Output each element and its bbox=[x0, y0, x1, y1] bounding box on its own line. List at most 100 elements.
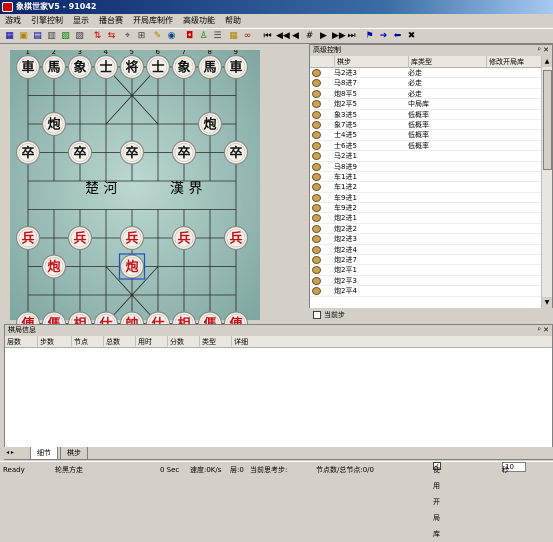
row-icon[interactable] bbox=[312, 120, 321, 129]
row-icon[interactable] bbox=[312, 100, 321, 109]
red-piece[interactable]: 炮 bbox=[119, 254, 145, 279]
red-piece[interactable]: 兵 bbox=[15, 225, 41, 251]
red-piece[interactable]: 兵 bbox=[223, 225, 249, 251]
black-piece[interactable]: 象 bbox=[171, 54, 197, 80]
row-icon[interactable] bbox=[312, 172, 321, 181]
opening-row[interactable]: 炮8平5 必走 bbox=[310, 89, 542, 100]
black-piece[interactable]: 卒 bbox=[223, 140, 249, 165]
menu-help[interactable]: 帮助 bbox=[220, 14, 246, 28]
row-icon[interactable] bbox=[312, 110, 321, 119]
row-icon[interactable] bbox=[312, 131, 321, 140]
opening-row[interactable]: 士4进5 低概率 bbox=[310, 130, 542, 141]
row-icon[interactable] bbox=[312, 266, 321, 275]
opening-row[interactable]: 炮2平4 bbox=[310, 286, 542, 297]
tab-detail[interactable]: 细节 bbox=[30, 447, 58, 460]
opening-row[interactable]: 车9进1 bbox=[310, 193, 542, 204]
scroll-down-icon[interactable]: ▼ bbox=[542, 297, 552, 308]
flag-icon[interactable]: ⚑ bbox=[364, 31, 375, 42]
black-piece[interactable]: 卒 bbox=[119, 140, 145, 165]
pin-icon[interactable]: ᵖ ✕ bbox=[538, 325, 549, 336]
opening-row[interactable]: 车1进2 bbox=[310, 182, 542, 193]
next-icon[interactable]: ▶ bbox=[318, 31, 329, 42]
fwd5-icon[interactable]: ▶▶ bbox=[332, 31, 346, 42]
opening-row[interactable]: 车9进2 bbox=[310, 203, 542, 214]
row-icon[interactable] bbox=[312, 152, 321, 161]
scroll-thumb[interactable] bbox=[543, 70, 552, 170]
opening-row[interactable]: 炮2平5 中局库 bbox=[310, 99, 542, 110]
menu-view[interactable]: 显示 bbox=[68, 14, 94, 28]
row-icon[interactable] bbox=[312, 235, 321, 244]
engine-icon[interactable]: ◉ bbox=[166, 31, 177, 42]
black-piece[interactable]: 馬 bbox=[197, 54, 223, 80]
row-icon[interactable] bbox=[312, 79, 321, 88]
opening-row[interactable]: 炮2平1 bbox=[310, 265, 542, 276]
current-step-checkbox[interactable] bbox=[313, 311, 321, 319]
opening-row[interactable]: 马2进1 bbox=[310, 151, 542, 162]
row-icon[interactable] bbox=[312, 183, 321, 192]
current-step-tab[interactable]: 当前步 bbox=[309, 308, 553, 322]
notes-icon[interactable]: ▨ bbox=[74, 31, 85, 42]
redo-icon[interactable]: ➔ bbox=[378, 31, 389, 42]
infinite-icon[interactable]: ∞ bbox=[242, 31, 253, 42]
opening-row[interactable]: 马2进3 必走 bbox=[310, 68, 542, 79]
swap-icon[interactable]: ⇆ bbox=[106, 31, 117, 42]
menu-match[interactable]: 播台赛 bbox=[94, 14, 128, 28]
black-piece[interactable]: 卒 bbox=[67, 140, 93, 165]
print-icon[interactable]: ▥ bbox=[46, 31, 57, 42]
black-piece[interactable]: 炮 bbox=[41, 111, 67, 137]
menu-book[interactable]: 开局库制作 bbox=[128, 14, 178, 28]
tab-moves[interactable]: 棋步 bbox=[60, 447, 88, 460]
opening-row[interactable]: 象7进5 低概率 bbox=[310, 120, 542, 131]
scroll-up-icon[interactable]: ▲ bbox=[542, 56, 552, 67]
list-icon[interactable]: ☰ bbox=[212, 31, 223, 42]
last-icon[interactable]: ⏭ bbox=[346, 31, 357, 42]
opening-scrollbar[interactable]: ▲ ▼ bbox=[541, 56, 552, 308]
person-icon[interactable]: ♙ bbox=[198, 31, 209, 42]
opening-row[interactable]: 炮2进7 bbox=[310, 255, 542, 266]
edit-icon[interactable]: ▧ bbox=[60, 31, 71, 42]
opening-row[interactable]: 马8进7 必走 bbox=[310, 78, 542, 89]
black-piece[interactable]: 士 bbox=[145, 54, 171, 80]
menu-advanced[interactable]: 高级功能 bbox=[178, 14, 220, 28]
row-icon[interactable] bbox=[312, 69, 321, 77]
opening-row[interactable]: 炮2进4 bbox=[310, 245, 542, 256]
save-icon[interactable]: ▤ bbox=[32, 31, 43, 42]
row-icon[interactable] bbox=[312, 245, 321, 254]
opening-row[interactable]: 炮2进3 bbox=[310, 234, 542, 245]
opening-row[interactable]: 炮2进2 bbox=[310, 224, 542, 235]
row-icon[interactable] bbox=[312, 256, 321, 265]
first-icon[interactable]: ⏮ bbox=[262, 31, 273, 42]
board-icon[interactable]: ⊞ bbox=[136, 31, 147, 42]
black-piece[interactable]: 卒 bbox=[171, 140, 197, 165]
undo-icon[interactable]: ⬅ bbox=[392, 31, 403, 42]
black-piece[interactable]: 炮 bbox=[197, 111, 223, 137]
back5-icon[interactable]: ◀◀ bbox=[276, 31, 290, 42]
grid-icon[interactable]: ▦ bbox=[4, 31, 15, 42]
row-icon[interactable] bbox=[312, 276, 321, 285]
prev-icon[interactable]: ◀ bbox=[290, 31, 301, 42]
red-piece[interactable]: 兵 bbox=[119, 225, 145, 251]
black-piece[interactable]: 馬 bbox=[41, 54, 67, 80]
red-piece[interactable]: 兵 bbox=[171, 225, 197, 251]
opening-row[interactable]: 炮2平3 bbox=[310, 276, 542, 287]
black-piece[interactable]: 象 bbox=[67, 54, 93, 80]
step-icon[interactable]: # bbox=[304, 31, 315, 42]
opening-row[interactable]: 士6进5 低概率 bbox=[310, 141, 542, 152]
menu-engine[interactable]: 引擎控制 bbox=[26, 14, 68, 28]
tab-nav-icon[interactable]: ◂ ▸ bbox=[6, 447, 14, 459]
row-icon[interactable] bbox=[312, 287, 321, 296]
row-icon[interactable] bbox=[312, 141, 321, 150]
row-icon[interactable] bbox=[312, 162, 321, 171]
close-icon[interactable]: ✖ bbox=[406, 31, 417, 42]
opening-row[interactable]: 马8进9 bbox=[310, 162, 542, 172]
row-icon[interactable] bbox=[312, 193, 321, 202]
opening-row[interactable]: 象3进5 低概率 bbox=[310, 110, 542, 120]
open-icon[interactable]: ▣ bbox=[18, 31, 29, 42]
hint-icon[interactable]: ✎ bbox=[152, 31, 163, 42]
black-piece[interactable]: 卒 bbox=[15, 140, 41, 165]
memo-icon[interactable]: ▦ bbox=[228, 31, 239, 42]
settings-icon[interactable]: ◘ bbox=[184, 31, 195, 42]
opening-row[interactable]: 车1进1 bbox=[310, 172, 542, 183]
black-piece[interactable]: 車 bbox=[223, 54, 249, 80]
tools-icon[interactable]: ⌖ bbox=[122, 31, 133, 42]
